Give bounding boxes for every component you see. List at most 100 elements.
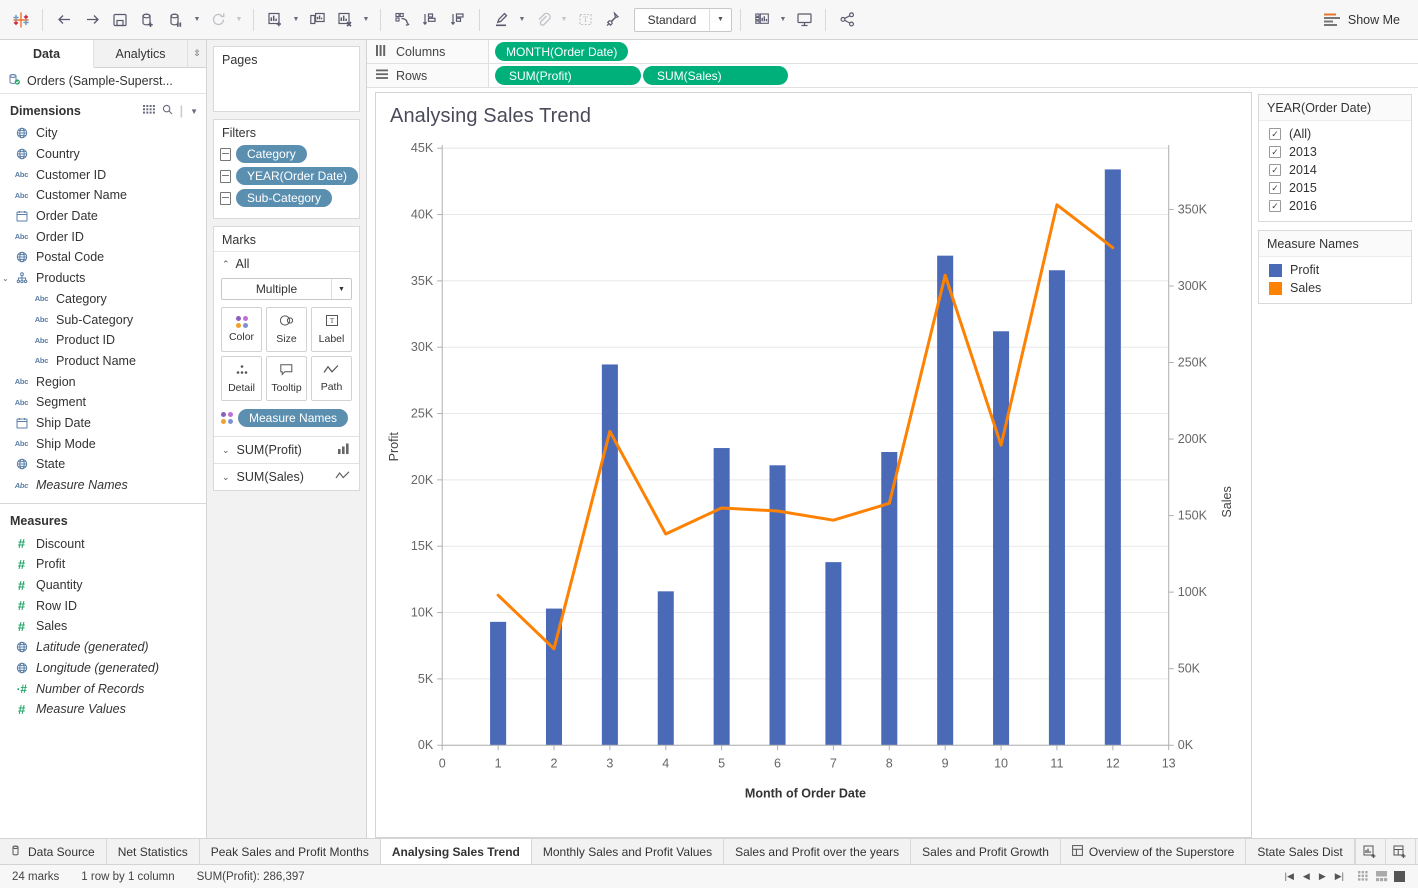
new-worksheet-caret-icon[interactable]: ▼ xyxy=(290,7,302,33)
group-members-button[interactable] xyxy=(530,7,556,33)
fit-selector[interactable]: Standard ▼ xyxy=(634,8,732,32)
pages-card[interactable]: Pages xyxy=(213,46,360,112)
rows-drop-zone[interactable]: SUM(Profit) SUM(Sales) xyxy=(489,64,1418,87)
filter-row[interactable]: Sub-Category xyxy=(214,188,359,210)
rows-shelf[interactable]: Rows SUM(Profit) SUM(Sales) xyxy=(367,64,1418,88)
dimension-field-state[interactable]: State xyxy=(0,454,206,475)
worksheet-tab-net-statistics[interactable]: Net Statistics xyxy=(107,839,200,864)
clear-sheet-button[interactable] xyxy=(332,7,358,33)
bar-mark[interactable] xyxy=(1049,270,1065,745)
dimension-field-country[interactable]: Country xyxy=(0,144,206,165)
worksheet-tab-monthly-sales-and-profit-values[interactable]: Monthly Sales and Profit Values xyxy=(532,839,724,864)
marks-card-sum-profit[interactable]: ⌄ SUM(Profit) xyxy=(214,436,359,463)
sort-ascending-button[interactable] xyxy=(417,7,443,33)
filter-pill[interactable]: Sub-Category xyxy=(236,189,332,207)
highlight-button[interactable] xyxy=(488,7,514,33)
last-sheet-button[interactable]: ▶| xyxy=(1335,871,1344,882)
dimension-field-customer-name[interactable]: AbcCustomer Name xyxy=(0,185,206,206)
checkbox-icon[interactable]: ✓ xyxy=(1269,200,1281,212)
marks-card-sum-sales[interactable]: ⌄ SUM(Sales) xyxy=(214,463,359,490)
show-mark-labels-button[interactable]: T xyxy=(572,7,598,33)
dual-axis-chart[interactable]: 0K5K10K15K20K25K30K35K40K45KProfit0K50K1… xyxy=(376,93,1251,810)
filter-row[interactable]: Category xyxy=(214,144,359,166)
dimension-field-ship-date[interactable]: Ship Date xyxy=(0,413,206,434)
mark-type-caret-icon[interactable]: ▼ xyxy=(331,279,351,299)
checkbox-icon[interactable]: ✓ xyxy=(1269,182,1281,194)
year-filter-item[interactable]: ✓2013 xyxy=(1259,143,1411,161)
marks-all-header[interactable]: ⌃ All xyxy=(214,251,359,276)
bar-mark[interactable] xyxy=(602,364,618,745)
pause-dropdown-caret-icon[interactable]: ▼ xyxy=(191,7,203,33)
bar-mark[interactable] xyxy=(769,465,785,745)
refresh-dropdown-caret-icon[interactable]: ▼ xyxy=(233,7,245,33)
line-mark[interactable] xyxy=(498,205,1113,649)
bar-mark[interactable] xyxy=(993,331,1009,745)
bar-mark[interactable] xyxy=(490,622,506,745)
duplicate-sheet-button[interactable] xyxy=(304,7,330,33)
show-worksheet-icon[interactable] xyxy=(1394,871,1406,882)
show-me-button[interactable]: Show Me xyxy=(1314,7,1410,33)
dimensions-menu-caret-icon[interactable]: ▼ xyxy=(190,107,198,116)
worksheet-tab-sales-and-profit-growth[interactable]: Sales and Profit Growth xyxy=(911,839,1061,864)
next-sheet-button[interactable]: ▶ xyxy=(1319,871,1326,882)
pill-sum-sales[interactable]: SUM(Sales) xyxy=(643,66,788,85)
columns-drop-zone[interactable]: MONTH(Order Date) xyxy=(489,40,1418,63)
path-button[interactable]: Path xyxy=(311,356,352,401)
new-dashboard-tab-button[interactable] xyxy=(1385,839,1415,864)
measure-legend-item[interactable]: Sales xyxy=(1259,279,1411,297)
chevron-down-icon[interactable]: ⌄ xyxy=(2,274,9,283)
tab-analytics[interactable]: Analytics xyxy=(94,40,188,67)
pill-month-order-date[interactable]: MONTH(Order Date) xyxy=(495,42,628,61)
filter-pill[interactable]: YEAR(Order Date) xyxy=(236,167,358,185)
year-filter-item[interactable]: ✓(All) xyxy=(1259,125,1411,143)
measure-field-measure-values[interactable]: #Measure Values xyxy=(0,699,206,720)
measure-field-latitude-generated[interactable]: Latitude (generated) xyxy=(0,637,206,658)
measure-field-longitude-generated[interactable]: Longitude (generated) xyxy=(0,658,206,679)
measure-field-discount[interactable]: #Discount xyxy=(0,533,206,554)
sort-descending-button[interactable] xyxy=(445,7,471,33)
worksheet-canvas[interactable]: Analysing Sales Trend 0K5K10K15K20K25K30… xyxy=(375,92,1252,838)
bar-mark[interactable] xyxy=(658,591,674,745)
forward-button[interactable] xyxy=(79,7,105,33)
dimension-field-postal-code[interactable]: Postal Code xyxy=(0,247,206,268)
new-worksheet-button[interactable] xyxy=(262,7,288,33)
bar-mark[interactable] xyxy=(937,256,953,746)
grid-view-icon[interactable] xyxy=(143,104,155,118)
fix-axes-button[interactable] xyxy=(600,7,626,33)
columns-shelf[interactable]: Columns MONTH(Order Date) xyxy=(367,40,1418,64)
bar-mark[interactable] xyxy=(714,448,730,745)
first-sheet-button[interactable]: |◀ xyxy=(1285,871,1294,882)
save-button[interactable] xyxy=(107,7,133,33)
worksheet-tab-state-sales-dist[interactable]: State Sales Dist xyxy=(1246,839,1354,864)
measure-field-number-of-records[interactable]: ·#Number of Records xyxy=(0,678,206,699)
dimension-field-measure-names[interactable]: AbcMeasure Names xyxy=(0,475,206,496)
measure-field-sales[interactable]: #Sales xyxy=(0,616,206,637)
bar-mark[interactable] xyxy=(1105,169,1121,745)
detail-button[interactable]: Detail xyxy=(221,356,262,401)
show-cards-button[interactable] xyxy=(749,7,775,33)
previous-sheet-button[interactable]: ◀ xyxy=(1303,871,1310,882)
checkbox-icon[interactable]: ✓ xyxy=(1269,146,1281,158)
share-button[interactable] xyxy=(834,7,860,33)
worksheet-tab-sales-and-profit-over-the-years[interactable]: Sales and Profit over the years xyxy=(724,839,911,864)
year-filter-item[interactable]: ✓2016 xyxy=(1259,197,1411,215)
data-source-row[interactable]: Orders (Sample-Superst... xyxy=(0,68,206,94)
dimension-field-segment[interactable]: AbcSegment xyxy=(0,392,206,413)
filters-card[interactable]: Filters CategoryYEAR(Order Date)Sub-Cate… xyxy=(213,119,360,219)
dimension-field-region[interactable]: AbcRegion xyxy=(0,371,206,392)
size-button[interactable]: Size xyxy=(266,307,307,352)
dimension-field-products[interactable]: ⌄Products xyxy=(0,268,206,289)
measure-field-profit[interactable]: #Profit xyxy=(0,554,206,575)
tooltip-button[interactable]: Tooltip xyxy=(266,356,307,401)
checkbox-icon[interactable]: ✓ xyxy=(1269,164,1281,176)
group-caret-icon[interactable]: ▼ xyxy=(558,7,570,33)
bar-mark[interactable] xyxy=(881,452,897,745)
measure-names-pill[interactable]: Measure Names xyxy=(238,409,348,427)
new-data-source-button[interactable] xyxy=(135,7,161,33)
fit-caret-icon[interactable]: ▼ xyxy=(709,9,731,31)
dimension-field-ship-mode[interactable]: AbcShip Mode xyxy=(0,433,206,454)
pause-auto-update-button[interactable] xyxy=(163,7,189,33)
mark-type-selector[interactable]: Multiple ▼ xyxy=(221,278,352,300)
search-icon[interactable] xyxy=(162,104,173,118)
dimension-field-product-id[interactable]: AbcProduct ID xyxy=(0,330,206,351)
